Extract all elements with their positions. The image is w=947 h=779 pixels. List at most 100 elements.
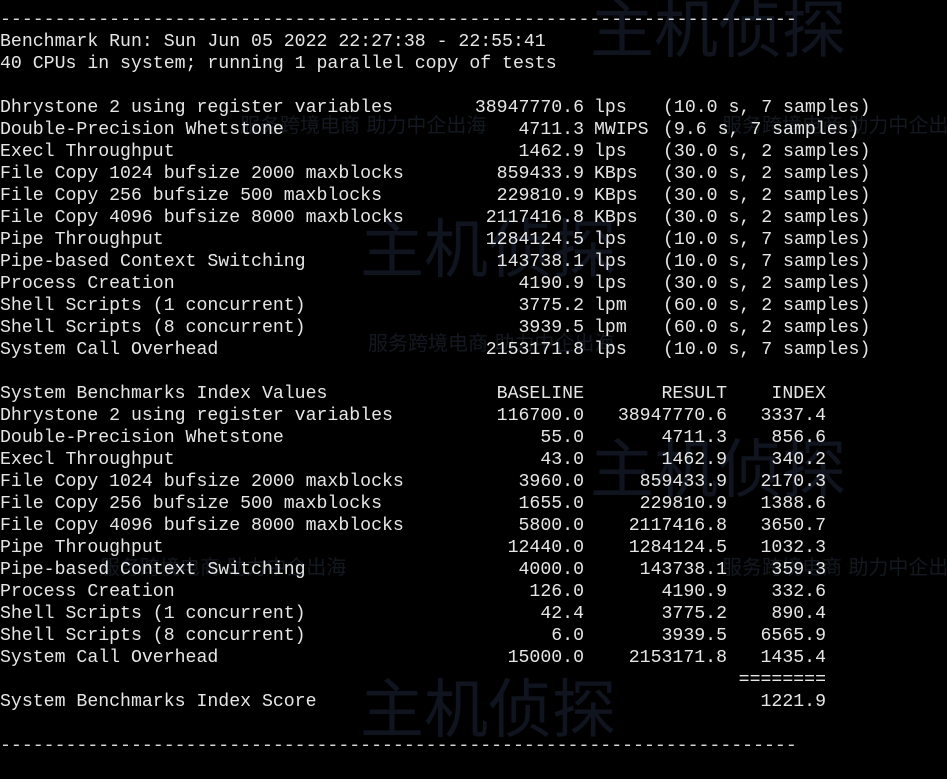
index-row-result: 4190.9	[661, 582, 728, 602]
index-row-result: 2153171.8	[628, 648, 727, 668]
index-row-result: 3939.5	[661, 626, 728, 646]
raw-result-row: Shell Scripts (1 concurrent) 3775.2 lpm …	[0, 295, 947, 317]
index-row-result: 2117416.8	[628, 516, 727, 536]
raw-result-row: Dhrystone 2 using register variables 389…	[0, 97, 947, 119]
index-row-index: 2170.3	[760, 472, 827, 492]
raw-result-detail: (30.0 s, 2 samples)	[663, 208, 871, 228]
index-row: Dhrystone 2 using register variables 116…	[0, 405, 947, 427]
terminal-window[interactable]: 主机侦探 服务跨境电商 助力中企出海 服务跨境电商 助力中企出海 主机侦探 服务…	[0, 0, 947, 756]
separator-bottom: ----------------------------------------…	[0, 736, 797, 756]
index-row-name: Shell Scripts (1 concurrent)	[0, 604, 306, 624]
cpu-count-line: 40 CPUs in system; running 1 parallel co…	[0, 54, 557, 74]
raw-result-name: Shell Scripts (8 concurrent)	[0, 318, 306, 338]
index-row-name: Shell Scripts (8 concurrent)	[0, 626, 306, 646]
index-row: Pipe-based Context Switching 4000.0 1437…	[0, 559, 947, 581]
raw-result-detail: (30.0 s, 2 samples)	[663, 142, 871, 162]
raw-result-unit: lps	[594, 142, 627, 162]
index-row-baseline: 5800.0	[518, 516, 585, 536]
raw-result-row: Pipe-based Context Switching 143738.1 lp…	[0, 251, 947, 273]
index-row-baseline: 4000.0	[518, 560, 585, 580]
raw-result-detail: (30.0 s, 2 samples)	[663, 186, 871, 206]
index-row: Double-Precision Whetstone 55.0 4711.3 8…	[0, 427, 947, 449]
raw-result-name: System Call Overhead	[0, 340, 219, 360]
raw-result-unit: lps	[594, 98, 627, 118]
benchmark-run-line: Benchmark Run: Sun Jun 05 2022 22:27:38 …	[0, 32, 546, 52]
index-row: Shell Scripts (1 concurrent) 42.4 3775.2…	[0, 603, 947, 625]
index-row-result: 1462.9	[661, 450, 728, 470]
index-row-index: 340.2	[771, 450, 826, 470]
index-row-baseline: 6.0	[551, 626, 584, 646]
raw-result-row: Shell Scripts (8 concurrent) 3939.5 lpm …	[0, 317, 947, 339]
index-row: Shell Scripts (8 concurrent) 6.0 3939.5 …	[0, 625, 947, 647]
index-row: File Copy 4096 bufsize 8000 maxblocks 58…	[0, 515, 947, 537]
raw-result-row: Execl Throughput 1462.9 lps (30.0 s, 2 s…	[0, 141, 947, 163]
raw-result-value: 1462.9	[518, 142, 585, 162]
raw-result-detail: (30.0 s, 2 samples)	[663, 164, 871, 184]
index-row-baseline: 43.0	[540, 450, 584, 470]
raw-result-row: File Copy 256 bufsize 500 maxblocks 2298…	[0, 185, 947, 207]
index-row-index: 1388.6	[760, 494, 827, 514]
index-row-baseline: 3960.0	[518, 472, 585, 492]
index-row: System Call Overhead 15000.0 2153171.8 1…	[0, 647, 947, 669]
index-row-result: 143738.1	[639, 560, 727, 580]
index-row-result: 859433.9	[639, 472, 727, 492]
raw-result-row: File Copy 1024 bufsize 2000 maxblocks 85…	[0, 163, 947, 185]
index-row-index: 6565.9	[760, 626, 827, 646]
raw-result-value: 2153171.8	[485, 340, 584, 360]
index-row: File Copy 256 bufsize 500 maxblocks 1655…	[0, 493, 947, 515]
raw-result-unit: MWIPS	[594, 120, 649, 140]
index-row-baseline: 55.0	[540, 428, 584, 448]
raw-result-detail: (60.0 s, 2 samples)	[663, 318, 871, 338]
index-total-rule-row: ========	[0, 669, 947, 691]
index-row-result: 229810.9	[639, 494, 727, 514]
raw-result-name: File Copy 256 bufsize 500 maxblocks	[0, 186, 382, 206]
raw-result-row: Pipe Throughput 1284124.5 lps (10.0 s, 7…	[0, 229, 947, 251]
raw-result-value: 143738.1	[496, 252, 584, 272]
index-row-index: 3650.7	[760, 516, 827, 536]
raw-result-value: 4711.3	[518, 120, 585, 140]
raw-result-detail: (60.0 s, 2 samples)	[663, 296, 871, 316]
raw-result-detail: (10.0 s, 7 samples)	[663, 98, 871, 118]
index-row-name: File Copy 4096 bufsize 8000 maxblocks	[0, 516, 404, 536]
index-row-baseline: 116700.0	[496, 406, 584, 426]
raw-result-unit: KBps	[594, 208, 638, 228]
raw-result-unit: lpm	[594, 318, 627, 338]
raw-result-name: Pipe Throughput	[0, 230, 164, 250]
raw-result-value: 1284124.5	[485, 230, 584, 250]
index-row: Pipe Throughput 12440.0 1284124.5 1032.3	[0, 537, 947, 559]
index-score-label: System Benchmarks Index Score	[0, 692, 317, 712]
raw-result-name: Dhrystone 2 using register variables	[0, 98, 393, 118]
index-row: File Copy 1024 bufsize 2000 maxblocks 39…	[0, 471, 947, 493]
index-row: Execl Throughput 43.0 1462.9 340.2	[0, 449, 947, 471]
index-row-result: 38947770.6	[617, 406, 727, 426]
raw-result-name: File Copy 4096 bufsize 8000 maxblocks	[0, 208, 404, 228]
raw-result-value: 2117416.8	[485, 208, 584, 228]
raw-result-detail: (10.0 s, 7 samples)	[663, 230, 871, 250]
index-row-name: File Copy 256 bufsize 500 maxblocks	[0, 494, 382, 514]
index-row-index: 1435.4	[760, 648, 827, 668]
raw-result-name: Process Creation	[0, 274, 175, 294]
raw-result-name: File Copy 1024 bufsize 2000 maxblocks	[0, 164, 404, 184]
separator-top: ----------------------------------------…	[0, 10, 797, 30]
raw-result-unit: KBps	[594, 164, 638, 184]
index-row-result: 4711.3	[661, 428, 728, 448]
index-score-value: 1221.9	[760, 692, 827, 712]
index-row-name: Execl Throughput	[0, 450, 175, 470]
raw-result-row: Process Creation 4190.9 lps (30.0 s, 2 s…	[0, 273, 947, 295]
index-row-result: 3775.2	[661, 604, 728, 624]
index-score-row: System Benchmarks Index Score 1221.9	[0, 691, 947, 713]
index-row-name: Pipe Throughput	[0, 538, 164, 558]
raw-result-value: 38947770.6	[474, 98, 584, 118]
index-row-baseline: 126.0	[529, 582, 584, 602]
index-row-name: File Copy 1024 bufsize 2000 maxblocks	[0, 472, 404, 492]
index-row-baseline: 12440.0	[507, 538, 584, 558]
raw-result-name: Pipe-based Context Switching	[0, 252, 306, 272]
raw-result-unit: lps	[594, 340, 627, 360]
baseline-column-header: BASELINE	[496, 384, 584, 404]
index-row: Process Creation 126.0 4190.9 332.6	[0, 581, 947, 603]
raw-result-name: Execl Throughput	[0, 142, 175, 162]
index-row-index: 856.6	[771, 428, 826, 448]
index-row-index: 332.6	[771, 582, 826, 602]
index-table-title: System Benchmarks Index Values	[0, 384, 328, 404]
result-column-header: RESULT	[661, 384, 728, 404]
